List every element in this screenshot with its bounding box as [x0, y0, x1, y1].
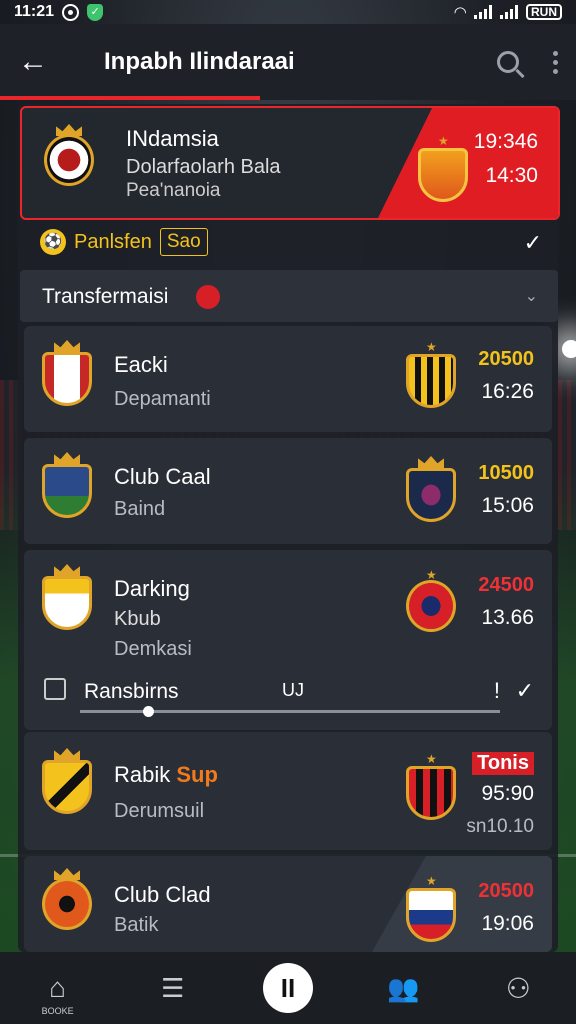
bottom-navigation: ⌂ BOOKE ☰ II 👥 ⚇: [0, 952, 576, 1024]
transfer-card[interactable]: Club Caal Baind 10500 15:06: [24, 438, 552, 544]
document-search-icon: [44, 678, 66, 700]
club-crest-icon: ★: [404, 568, 458, 636]
back-arrow-icon[interactable]: ←: [18, 45, 66, 79]
nav-profile[interactable]: ⚇: [488, 958, 548, 1018]
club-crest-icon: [40, 868, 94, 934]
card-accent: [372, 856, 552, 952]
transfer-card[interactable]: Club Clad Batik ★ 20500 19:06: [24, 856, 552, 952]
section-header[interactable]: Transfermaisi ⌄: [20, 270, 558, 322]
shield-check-icon: ✓: [87, 3, 104, 21]
slider-value: UJ: [282, 680, 304, 700]
slider-track[interactable]: [80, 706, 500, 717]
card-sub: Kbub: [114, 608, 161, 630]
featured-line-1: Dolarfaolarh Bala: [126, 156, 281, 178]
card-value: 20500: [478, 348, 534, 370]
app-bar: ← Inpabh Ilindaraai: [0, 24, 576, 100]
section-title: Transfermaisi: [42, 285, 169, 308]
home-icon: ⌂: [49, 972, 67, 1003]
bars-icon: ☰: [161, 972, 185, 1003]
card-time: 15:06: [481, 494, 534, 517]
club-crest-icon: [404, 456, 458, 522]
nav-home[interactable]: ⌂ BOOKE: [28, 958, 88, 1018]
card-name-text: Rabik: [114, 762, 171, 787]
nav-center[interactable]: II: [258, 958, 318, 1018]
card-value: 24500: [478, 574, 534, 596]
soccer-ball-icon: ⚽: [40, 229, 66, 255]
nav-center-button: II: [262, 963, 313, 1013]
club-crest-icon: [42, 124, 96, 190]
signal-icon-2: [500, 5, 518, 19]
card-time: 16:26: [481, 380, 534, 403]
club-crest-icon: ★: [404, 874, 458, 942]
tab-indicator: [0, 96, 260, 100]
more-options-icon[interactable]: [553, 50, 558, 74]
transfer-card[interactable]: Rabik Sup Derumsuil ★ Tonis 95:90 sn10.1…: [24, 732, 552, 850]
slider-label: Ransbirns: [84, 680, 179, 703]
nav-community[interactable]: 👥: [373, 958, 433, 1018]
card-badge: Tonis: [472, 752, 534, 775]
card-name: Darking: [114, 576, 190, 601]
stadium-light: [562, 340, 576, 358]
featured-match-card[interactable]: INdamsia Dolarfaolarh Bala Pea'nanoia ★ …: [20, 106, 560, 220]
notification-icon: [62, 3, 80, 21]
card-tag: Sup: [176, 762, 218, 787]
filter-chip[interactable]: ⚽ Panlsfen Sao: [40, 228, 208, 256]
featured-time-1: 19:346: [473, 130, 538, 153]
slider-handle[interactable]: [143, 706, 154, 717]
status-time: 11:21: [14, 3, 55, 20]
featured-time-2: 14:30: [485, 164, 538, 187]
search-icon[interactable]: [497, 51, 519, 73]
filter-box: Sao: [159, 228, 208, 256]
card-name: Club Caal: [114, 464, 211, 489]
card-sub-2: Demkasi: [114, 638, 192, 660]
card-sub: Baind: [114, 498, 166, 520]
people-icon: 👥: [386, 972, 420, 1003]
alert-icon: !: [493, 678, 500, 703]
card-sub: Batik: [114, 914, 159, 936]
player-crest-icon: [40, 452, 94, 518]
status-bar: 11:21 ✓ ◠ RUN: [0, 0, 576, 24]
club-crest-icon: [40, 564, 94, 630]
wifi-icon: ◠: [454, 4, 466, 21]
filter-slider-row: Ransbirns UJ ! ✓: [24, 668, 552, 720]
card-value: 10500: [478, 462, 534, 484]
card-time: 13.66: [481, 606, 534, 629]
alert-dot-icon: [196, 285, 220, 309]
card-sub: Depamanti: [114, 388, 211, 410]
club-crest-icon: [40, 748, 94, 814]
card-time: 95:90: [481, 782, 534, 805]
nav-stats[interactable]: ☰: [143, 958, 203, 1018]
club-crest-icon: ★: [404, 752, 458, 820]
card-name: Club Clad: [114, 882, 211, 907]
signal-icon: [474, 5, 492, 19]
card-sub: Derumsuil: [114, 800, 205, 822]
transfer-card[interactable]: Eacki Depamanti ★ 20500 16:26: [24, 326, 552, 432]
nav-home-label: BOOKE: [41, 1006, 74, 1016]
check-icon[interactable]: ✓: [516, 678, 534, 704]
card-time: 19:06: [481, 912, 534, 935]
user-icon: ⚇: [505, 972, 531, 1004]
card-extra: sn10.10: [466, 816, 534, 837]
opponent-crest-icon: ★: [416, 134, 470, 202]
check-icon[interactable]: ✓: [524, 230, 542, 256]
filter-label: Panlsfen: [74, 230, 152, 253]
club-crest-icon: ★: [404, 340, 458, 408]
page-title: Inpabh Ilindaraai: [104, 48, 295, 75]
player-crest-icon: [40, 340, 94, 406]
chevron-down-icon[interactable]: ⌄: [525, 286, 538, 306]
battery-indicator: RUN: [526, 4, 562, 20]
card-value: 20500: [478, 880, 534, 902]
featured-club-name: INdamsia: [126, 126, 219, 151]
featured-line-2: Pea'nanoia: [126, 180, 221, 201]
card-name: Eacki: [114, 352, 168, 377]
card-name: Rabik Sup: [114, 762, 218, 788]
